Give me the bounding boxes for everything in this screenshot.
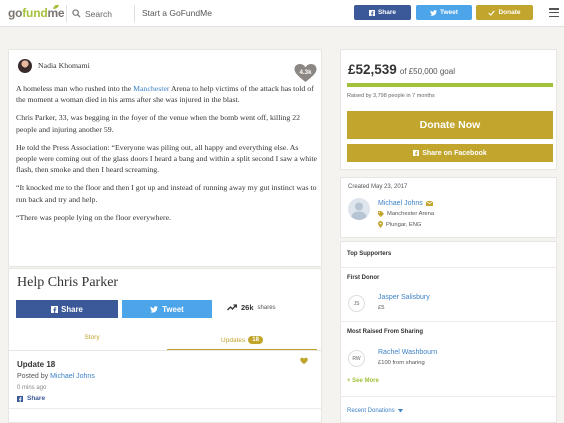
tweet-button[interactable]: Tweet bbox=[122, 300, 212, 318]
section-divider bbox=[341, 267, 556, 268]
story-paragraph: “There was people lying on the floor eve… bbox=[16, 212, 172, 222]
organizer-beneficiary: Manchester Arena bbox=[378, 211, 434, 217]
search-link[interactable]: Search bbox=[72, 7, 112, 20]
first-donor-name[interactable]: Jasper Salisbury bbox=[378, 294, 430, 301]
header-tweet-label: Tweet bbox=[440, 9, 458, 16]
facebook-icon bbox=[17, 395, 23, 402]
supporters-card: Top Supporters First Donor JS Jasper Sal… bbox=[340, 241, 557, 423]
amount-raised-value: £52,539 bbox=[348, 62, 397, 77]
twitter-icon bbox=[150, 305, 159, 313]
most-raised-heading: Most Raised From Sharing bbox=[347, 329, 424, 335]
goal-progress-fill bbox=[347, 83, 553, 87]
top-sharer-name[interactable]: Rachel Washbourn bbox=[378, 349, 437, 356]
header-share-label: Share bbox=[377, 9, 397, 16]
recent-donations-toggle[interactable]: Recent Donations bbox=[347, 408, 403, 414]
update-share-label: Share bbox=[27, 395, 46, 402]
facebook-icon bbox=[413, 150, 420, 156]
start-gofundme-link[interactable]: Start a GoFundMe bbox=[142, 8, 212, 18]
facebook-icon bbox=[368, 9, 375, 16]
first-donor-heading: First Donor bbox=[347, 275, 380, 281]
story-paragraph: He told the Press Association: “Everyone… bbox=[16, 142, 317, 175]
first-donor-amount: £5 bbox=[378, 305, 385, 311]
hamburger-menu-icon[interactable] bbox=[549, 8, 559, 17]
campaign-share-card: Help Chris Parker Share Tweet 26k shares… bbox=[8, 268, 322, 423]
organizer-name-link[interactable]: Michael Johns bbox=[378, 200, 433, 207]
envelope-icon[interactable] bbox=[425, 201, 433, 206]
update-heart-icon[interactable] bbox=[300, 357, 308, 365]
checkmark-icon bbox=[488, 10, 496, 16]
tag-icon bbox=[378, 211, 384, 217]
location-pin-icon bbox=[378, 221, 383, 228]
goal-amount: of £50,000 goal bbox=[399, 67, 455, 76]
share-on-facebook-label: Share on Facebook bbox=[422, 149, 487, 157]
tweet-label: Tweet bbox=[162, 304, 184, 314]
sharer-initials-avatar: RW bbox=[348, 350, 365, 367]
top-supporters-heading: Top Supporters bbox=[347, 251, 392, 257]
raised-by-text: Raised by 3,798 people in 7 months bbox=[347, 93, 435, 99]
header-donate-button[interactable]: Donate bbox=[476, 5, 533, 20]
facebook-icon bbox=[51, 305, 59, 313]
update-posted-by: Posted by Michael Johns bbox=[17, 373, 95, 380]
amount-raised: £52,539 of £50,000 goal bbox=[348, 62, 455, 77]
donation-goal-card: £52,539 of £50,000 goal Raised by 3,798 … bbox=[340, 49, 557, 170]
see-more-link[interactable]: + See More bbox=[347, 378, 379, 384]
update-divider bbox=[9, 408, 321, 409]
goal-progress-bar bbox=[347, 83, 553, 87]
header-facebook-share-button[interactable]: Share bbox=[354, 5, 411, 20]
twitter-icon bbox=[430, 9, 438, 16]
user-silhouette-icon bbox=[351, 202, 367, 220]
donate-now-button[interactable]: Donate Now bbox=[347, 111, 553, 139]
header-divider bbox=[134, 5, 135, 22]
tabs-divider bbox=[9, 350, 321, 351]
header-donate-label: Donate bbox=[498, 9, 521, 16]
tab-updates-label: Updates bbox=[221, 336, 246, 344]
share-on-facebook-button[interactable]: Share on Facebook bbox=[347, 144, 553, 162]
organizer-card: Created May 23, 2017 Michael Johns Manch… bbox=[340, 177, 557, 238]
tab-updates[interactable]: Updates 18 bbox=[167, 331, 317, 351]
facebook-share-label: Share bbox=[61, 304, 83, 314]
logo-leaf-icon bbox=[53, 4, 59, 9]
author-name[interactable]: Nadia Khomami bbox=[38, 61, 90, 70]
section-divider bbox=[341, 321, 556, 322]
tab-story[interactable]: Story bbox=[17, 334, 167, 341]
search-label: Search bbox=[85, 8, 112, 19]
top-navigation-bar: gofundme Search Start a GoFundMe Share T… bbox=[0, 0, 564, 27]
updates-count-badge: 18 bbox=[248, 336, 263, 344]
story-text: A homeless man who rushed into the Manch… bbox=[16, 83, 320, 230]
created-date: Created May 23, 2017 bbox=[348, 184, 408, 190]
manchester-link[interactable]: Manchester bbox=[133, 84, 169, 93]
section-divider bbox=[341, 396, 556, 397]
update-title: Update 18 bbox=[17, 360, 56, 369]
share-count-label: shares bbox=[257, 304, 276, 311]
update-facebook-share[interactable]: Share bbox=[17, 395, 45, 402]
top-sharer-amount: £100 from sharing bbox=[378, 360, 425, 366]
story-paragraph: A homeless man who rushed into the Manch… bbox=[16, 84, 314, 105]
share-count-value: 26k bbox=[241, 303, 254, 312]
update-author-link[interactable]: Michael Johns bbox=[50, 373, 95, 380]
author-avatar bbox=[18, 59, 32, 73]
campaign-title: Help Chris Parker bbox=[17, 275, 119, 290]
facebook-share-button[interactable]: Share bbox=[16, 300, 118, 318]
heart-like-button[interactable]: 4.3k bbox=[294, 64, 317, 83]
search-icon bbox=[72, 9, 81, 18]
trending-up-icon bbox=[227, 304, 237, 311]
chevron-down-icon bbox=[397, 409, 403, 413]
update-timestamp: 0 mins ago bbox=[17, 385, 47, 391]
header-divider bbox=[66, 5, 67, 22]
organizer-avatar bbox=[348, 198, 370, 220]
share-count: 26k shares bbox=[227, 303, 276, 312]
heart-count: 4.3k bbox=[299, 69, 312, 76]
header-tweet-button[interactable]: Tweet bbox=[416, 5, 472, 20]
story-paragraph: “It knocked me to the floor and then I g… bbox=[16, 183, 317, 204]
organizer-location: Plungar, ENG bbox=[378, 221, 421, 228]
donor-initials-avatar: JS bbox=[348, 295, 365, 312]
story-paragraph: Chris Parker, 33, was begging in the foy… bbox=[16, 113, 301, 134]
story-card: Nadia Khomami 4.3k A homeless man who ru… bbox=[8, 49, 322, 267]
